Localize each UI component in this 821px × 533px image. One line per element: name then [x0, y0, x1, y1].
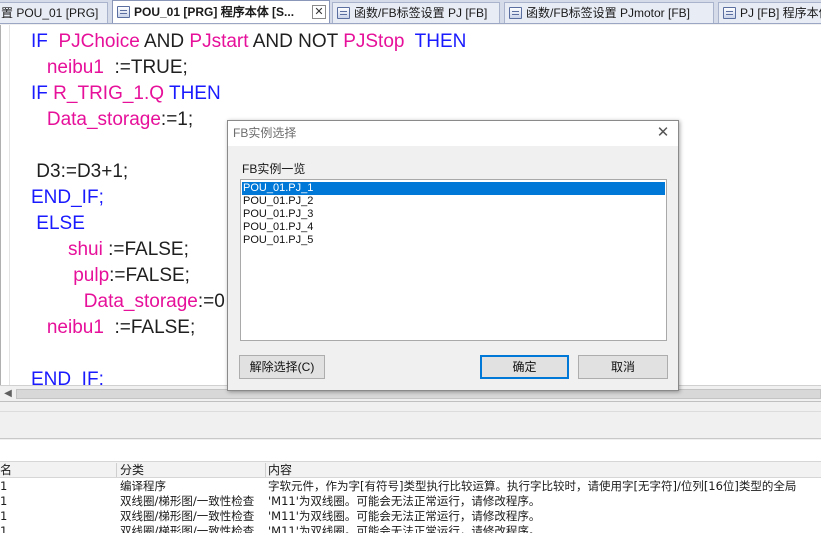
output-table-row[interactable]: 1 双线圈/梯形图/一致性检查 'M11'为双线圈。可能会无法正常运行，请修改程序。: [0, 509, 821, 524]
fb-instance-listbox[interactable]: POU_01.PJ_1 POU_01.PJ_2 POU_01.PJ_3 POU_01.…: [240, 179, 667, 341]
deselect-button[interactable]: 解除选择(C): [239, 355, 325, 379]
tab-label: 函数/FB标签设置 PJmotor [FB]: [526, 6, 691, 20]
cancel-button[interactable]: 取消: [578, 355, 668, 379]
code-token: :=FALSE;: [102, 239, 189, 260]
output-table-row[interactable]: 1 双线圈/梯形图/一致性检查 'M11'为双线圈。可能会无法正常运行，请修改程序。: [0, 524, 821, 533]
code-token: :=TRUE;: [103, 57, 188, 78]
keyword-token: END_IF;: [31, 187, 104, 208]
code-line[interactable]: Data_storage:=1;: [31, 108, 193, 132]
variable-token: neibu1: [46, 317, 104, 338]
column-header-name[interactable]: 名: [0, 462, 12, 478]
output-cell-name: 1: [0, 479, 8, 493]
code-line[interactable]: IF R_TRIG_1.Q THEN: [31, 82, 221, 106]
code-line[interactable]: neibu1 :=TRUE;: [31, 56, 188, 80]
pane-splitter[interactable]: [0, 403, 821, 439]
variable-token: PJstart: [189, 31, 249, 52]
code-token: :=1;: [160, 109, 194, 130]
variable-token: PJStop: [343, 31, 405, 52]
fb-instance-item[interactable]: POU_01.PJ_2: [242, 195, 665, 208]
program-icon: [723, 7, 736, 19]
tab-label: 函数/FB标签设置 PJ [FB]: [354, 6, 488, 20]
tab-pou01-prg[interactable]: 置 POU_01 [PRG]: [0, 2, 108, 23]
instance-list-label: FB实例一览: [242, 162, 306, 176]
variable-token: shui: [67, 239, 103, 260]
output-cell-category: 双线圈/梯形图/一致性检查: [120, 524, 255, 533]
output-cell-content: 字软元件，作为字[有符号]类型执行比较运算。执行字比较时，请使用字[无字符]/位…: [268, 479, 797, 493]
scroll-left-arrow-icon[interactable]: ◀: [2, 388, 14, 400]
code-token: :=FALSE;: [109, 265, 190, 286]
output-cell-category: 双线圈/梯形图/一致性检查: [120, 509, 255, 523]
keyword-token: THEN: [404, 31, 467, 52]
code-line[interactable]: shui :=FALSE;: [31, 238, 189, 262]
output-table-header: 名 分类 内容: [0, 461, 821, 478]
label-table-icon: [509, 7, 522, 19]
code-token: :=0: [197, 291, 225, 312]
code-line[interactable]: D3:=D3+1;: [31, 160, 128, 184]
output-window: 名 分类 内容 1 编译程序 字软元件，作为字[有符号]类型执行比较运算。执行字比较…: [0, 440, 821, 533]
output-cell-content: 'M11'为双线圈。可能会无法正常运行，请修改程序。: [268, 524, 541, 533]
keyword-token: ELSE: [31, 213, 85, 234]
output-table-row[interactable]: 1 编译程序 字软元件，作为字[有符号]类型执行比较运算。执行字比较时，请使用字[无…: [0, 479, 821, 494]
fb-instance-item[interactable]: POU_01.PJ_4: [242, 221, 665, 234]
tab-pou01-program-body[interactable]: POU_01 [PRG] 程序本体 [S... ✕: [112, 0, 330, 23]
fb-instance-item[interactable]: POU_01.PJ_1: [242, 182, 665, 195]
output-cell-category: 双线圈/梯形图/一致性检查: [120, 494, 255, 508]
fb-instance-select-dialog: FB实例选择 ✕ FB实例一览 POU_01.PJ_1 POU_01.PJ_2 PO…: [227, 120, 679, 391]
program-icon: [117, 6, 130, 18]
fb-instance-item[interactable]: POU_01.PJ_3: [242, 208, 665, 221]
keyword-token: THEN: [164, 83, 221, 104]
code-line[interactable]: Data_storage:=0: [31, 290, 225, 314]
code-line[interactable]: IF PJChoice AND PJstart AND NOT PJStop T…: [31, 30, 466, 54]
close-icon[interactable]: ✕: [656, 125, 670, 140]
output-cell-name: 1: [0, 524, 8, 533]
code-line[interactable]: ELSE: [31, 212, 85, 236]
tab-label: PJ [FB] 程序本体: [740, 6, 821, 20]
variable-token: neibu1: [46, 57, 104, 78]
document-tab-bar: 置 POU_01 [PRG] POU_01 [PRG] 程序本体 [S... ✕…: [0, 0, 821, 24]
code-token: AND: [139, 31, 190, 52]
close-icon[interactable]: ✕: [312, 5, 326, 19]
editor-gutter: [1, 25, 10, 391]
dialog-title-bar: FB实例选择 ✕: [228, 121, 678, 146]
variable-token: R_TRIG_1.Q: [53, 83, 165, 104]
variable-token: pulp: [73, 265, 110, 286]
code-line[interactable]: pulp:=FALSE;: [31, 264, 190, 288]
variable-token: PJChoice: [58, 31, 140, 52]
code-line[interactable]: neibu1 :=FALSE;: [31, 316, 195, 340]
keyword-token: IF: [31, 83, 54, 104]
code-line[interactable]: END_IF;: [31, 186, 104, 210]
column-header-category[interactable]: 分类: [120, 462, 144, 478]
tab-label: 置 POU_01 [PRG]: [1, 6, 99, 20]
tab-fb-label-pjmotor[interactable]: 函数/FB标签设置 PJmotor [FB]: [504, 2, 714, 23]
ok-button[interactable]: 确定: [480, 355, 569, 379]
output-cell-content: 'M11'为双线圈。可能会无法正常运行，请修改程序。: [268, 494, 541, 508]
keyword-token: IF: [31, 31, 59, 52]
tab-label: POU_01 [PRG] 程序本体 [S...: [134, 5, 295, 19]
output-cell-content: 'M11'为双线圈。可能会无法正常运行，请修改程序。: [268, 509, 541, 523]
column-header-content[interactable]: 内容: [268, 462, 292, 478]
label-table-icon: [337, 7, 350, 19]
output-cell-name: 1: [0, 494, 8, 508]
variable-token: Data_storage: [46, 109, 161, 130]
fb-instance-item[interactable]: POU_01.PJ_5: [242, 234, 665, 247]
tab-fb-label-pj[interactable]: 函数/FB标签设置 PJ [FB]: [332, 2, 500, 23]
output-cell-category: 编译程序: [120, 479, 166, 493]
output-table-row[interactable]: 1 双线圈/梯形图/一致性检查 'M11'为双线圈。可能会无法正常运行，请修改程序。: [0, 494, 821, 509]
code-token: AND NOT: [248, 31, 344, 52]
dialog-title: FB实例选择: [233, 126, 297, 140]
tab-pj-program-body[interactable]: PJ [FB] 程序本体: [718, 2, 821, 23]
output-cell-name: 1: [0, 509, 8, 523]
code-token: D3:=D3+1;: [31, 161, 129, 182]
code-token: :=FALSE;: [103, 317, 196, 338]
variable-token: Data_storage: [83, 291, 198, 312]
